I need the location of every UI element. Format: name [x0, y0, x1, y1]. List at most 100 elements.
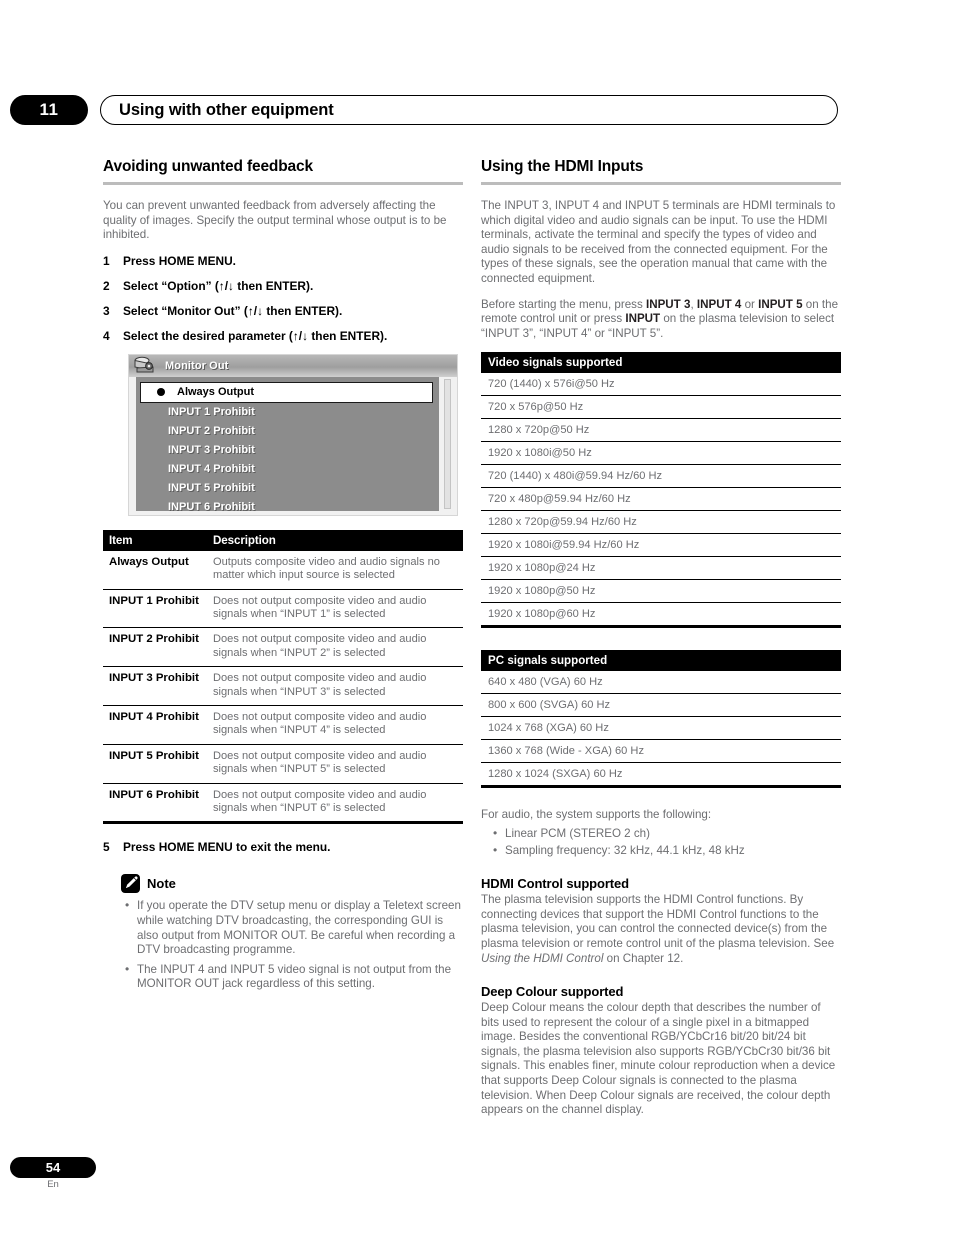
cell-video-signal: 1920 x 1080p@24 Hz [481, 556, 841, 581]
hdmi-paragraph-2: Before starting the menu, press INPUT 3,… [481, 298, 841, 342]
audio-bullet-list: Linear PCM (STEREO 2 ch) Sampling freque… [493, 826, 841, 859]
cell-video-signal: 720 x 480p@59.94 Hz/60 Hz [481, 487, 841, 512]
hdmi-control-italic-ref: Using the HDMI Control [481, 951, 604, 965]
subsection-title-deep-colour: Deep Colour supported [481, 984, 624, 1000]
audio-bullet-item: Sampling frequency: 32 kHz, 44.1 kHz, 48… [493, 843, 841, 859]
table-row: 720 (1440) x 480i@59.94 Hz/60 Hz [481, 464, 841, 489]
chapter-number: 11 [10, 95, 88, 125]
cell-pc-signal: 1360 x 768 (Wide - XGA) 60 Hz [481, 739, 841, 764]
hdmi-paragraph-1: The INPUT 3, INPUT 4 and INPUT 5 termina… [481, 199, 836, 285]
step-text: Select the desired parameter (↑/↓ then E… [123, 328, 388, 343]
cell-item: INPUT 5 Prohibit [103, 744, 207, 784]
osd-screenshot: Monitor Out Always Output INPUT 1 Prohib… [128, 353, 458, 516]
osd-menu-item-input6[interactable]: INPUT 6 Prohibit [140, 498, 433, 515]
osd-menu-item-input4[interactable]: INPUT 4 Prohibit [140, 460, 433, 479]
chapter-title-pill: Using with other equipment [100, 95, 838, 125]
step-item: 1 Press HOME MENU. [103, 254, 463, 268]
table-row: INPUT 1 Prohibit Does not output composi… [103, 589, 463, 629]
table-row: 1360 x 768 (Wide - XGA) 60 Hz [481, 739, 841, 764]
table-row: 1920 x 1080p@60 Hz [481, 602, 841, 629]
table-row: INPUT 6 Prohibit Does not output composi… [103, 783, 463, 825]
note-bullet-list: If you operate the DTV setup menu or dis… [125, 898, 463, 992]
osd-item-label: INPUT 3 Prohibit [168, 444, 255, 457]
section-title-hdmi: Using the HDMI Inputs [481, 158, 644, 175]
step-text: Select “Option” (↑/↓ then ENTER). [123, 278, 314, 293]
right-column: Using the HDMI Inputs The INPUT 3, INPUT… [481, 158, 841, 1129]
table-header-row: PC signals supported [481, 650, 841, 672]
table-row: 720 x 576p@50 Hz [481, 395, 841, 420]
left-column: Avoiding unwanted feedback You can preve… [103, 158, 463, 997]
column-header-description: Description [207, 529, 463, 551]
osd-item-label: Always Output [177, 386, 255, 399]
cell-video-signal: 1280 x 720p@59.94 Hz/60 Hz [481, 510, 841, 535]
step-item: 4 Select the desired parameter (↑/↓ then… [103, 329, 463, 343]
page-footer: 54 En [10, 1157, 96, 1190]
osd-titlebar: Monitor Out [129, 354, 457, 377]
step-number: 5 [103, 840, 110, 855]
table-row: 1920 x 1080p@24 Hz [481, 556, 841, 581]
section-divider [481, 182, 841, 185]
steps-list: 1 Press HOME MENU. 2 Select “Option” (↑/… [103, 254, 463, 343]
osd-item-label: INPUT 4 Prohibit [168, 463, 255, 476]
deep-colour-paragraph: Deep Colour means the colour depth that … [481, 1001, 836, 1117]
cell-item: INPUT 1 Prohibit [103, 589, 207, 629]
cell-pc-signal: 1024 x 768 (XGA) 60 Hz [481, 716, 841, 741]
osd-item-label: INPUT 1 Prohibit [168, 406, 255, 419]
osd-item-label: INPUT 6 Prohibit [168, 501, 255, 514]
step-number: 1 [103, 253, 110, 268]
step-text: Press HOME MENU to exit the menu. [123, 840, 331, 855]
cell-video-signal: 1280 x 720p@50 Hz [481, 418, 841, 443]
osd-menu-item-input5[interactable]: INPUT 5 Prohibit [140, 479, 433, 498]
cell-item: INPUT 4 Prohibit [103, 705, 207, 745]
monitor-out-table: Item Description Always Output Outputs c… [103, 529, 463, 825]
step-text: Press HOME MENU. [123, 253, 236, 268]
chapter-header: 11 Using with other equipment [10, 95, 838, 125]
note-bullet-item: If you operate the DTV setup menu or dis… [125, 898, 463, 957]
cell-description: Does not output composite video and audi… [207, 589, 463, 629]
table-row: INPUT 2 Prohibit Does not output composi… [103, 627, 463, 668]
column-header-pc-signals: PC signals supported [481, 650, 841, 672]
note-header: Note [121, 874, 463, 894]
cell-video-signal: 720 (1440) x 480i@59.94 Hz/60 Hz [481, 464, 841, 489]
column-header-item: Item [103, 529, 207, 551]
osd-menu-item-input2[interactable]: INPUT 2 Prohibit [140, 422, 433, 441]
cell-item: INPUT 6 Prohibit [103, 783, 207, 825]
table-row: INPUT 5 Prohibit Does not output composi… [103, 744, 463, 784]
table-row: 1024 x 768 (XGA) 60 Hz [481, 716, 841, 741]
p2-input: INPUT [625, 312, 661, 326]
osd-item-label: INPUT 2 Prohibit [168, 425, 255, 438]
cell-description: Does not output composite video and audi… [207, 666, 463, 707]
cell-video-signal: 1920 x 1080p@60 Hz [481, 602, 841, 629]
table-header-row: Item Description [103, 529, 463, 551]
step-number: 2 [103, 278, 110, 293]
note-label: Note [147, 876, 176, 892]
osd-menu-item-always-output[interactable]: Always Output [140, 381, 433, 403]
audio-bullet-item: Linear PCM (STEREO 2 ch) [493, 826, 841, 842]
step-item: 2 Select “Option” (↑/↓ then ENTER). [103, 279, 463, 293]
monitor-out-icon [133, 356, 159, 376]
cell-video-signal: 1920 x 1080p@50 Hz [481, 579, 841, 604]
column-header-video-signals: Video signals supported [481, 352, 841, 374]
step-item: 3 Select “Monitor Out” (↑/↓ then ENTER). [103, 304, 463, 318]
osd-scrollbar[interactable] [444, 378, 451, 509]
pc-signals-table: PC signals supported 640 x 480 (VGA) 60 … [481, 650, 841, 789]
hdmi-control-text-b: on Chapter 12. [603, 951, 684, 965]
pencil-note-icon [121, 874, 140, 894]
osd-menu-item-input1[interactable]: INPUT 1 Prohibit [140, 403, 433, 422]
page-title: Avoiding unwanted feedback [103, 158, 313, 175]
cell-video-signal: 720 x 576p@50 Hz [481, 395, 841, 420]
table-row: INPUT 4 Prohibit Does not output composi… [103, 705, 463, 745]
step-item: 5 Press HOME MENU to exit the menu. [103, 840, 463, 854]
table-row: 800 x 600 (SVGA) 60 Hz [481, 693, 841, 718]
hdmi-control-text-a: The plasma television supports the HDMI … [481, 893, 835, 950]
p2-input4: INPUT 4 [696, 297, 742, 311]
cell-item: INPUT 2 Prohibit [103, 627, 207, 668]
osd-title: Monitor Out [165, 359, 229, 372]
osd-menu-item-input3[interactable]: INPUT 3 Prohibit [140, 441, 433, 460]
table-row: 1920 x 1080p@50 Hz [481, 579, 841, 604]
note-bullet-item: The INPUT 4 and INPUT 5 video signal is … [125, 962, 463, 992]
audio-intro: For audio, the system supports the follo… [481, 808, 712, 822]
table-row: 720 x 480p@59.94 Hz/60 Hz [481, 487, 841, 512]
cell-description: Does not output composite video and audi… [207, 744, 463, 784]
cell-pc-signal: 800 x 600 (SVGA) 60 Hz [481, 693, 841, 718]
